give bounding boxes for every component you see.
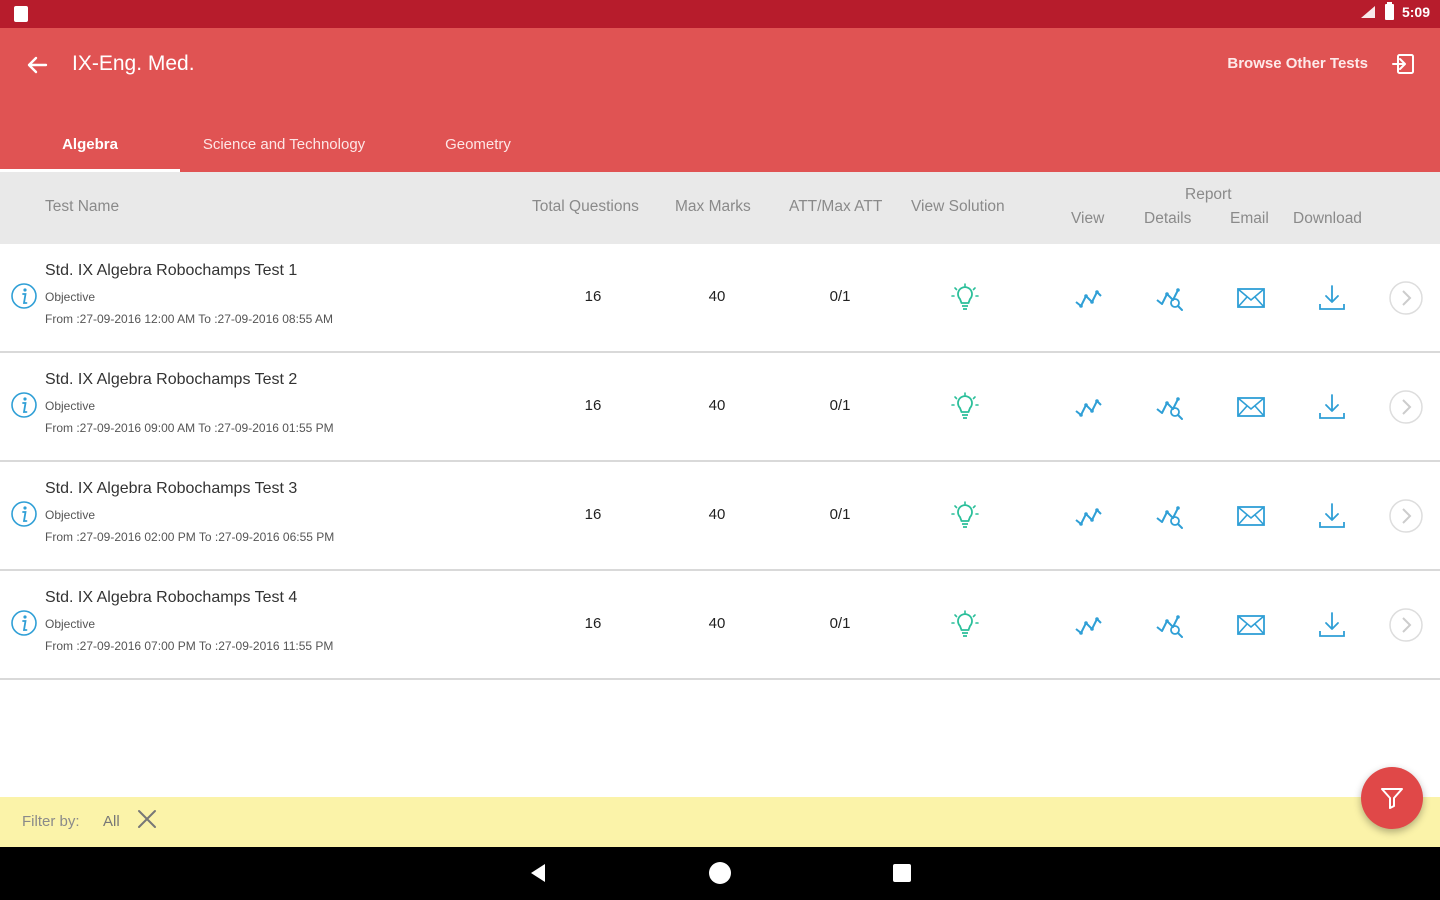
signal-icon: [1360, 6, 1375, 18]
battery-icon: [1384, 2, 1394, 20]
att-value: 0/1: [829, 506, 851, 523]
chevron-right-icon[interactable]: [1388, 607, 1424, 643]
test-dates: From :27-09-2016 09:00 AM To :27-09-2016…: [45, 421, 334, 435]
envelope-icon[interactable]: [1235, 391, 1267, 423]
nav-home-icon[interactable]: [709, 862, 731, 884]
notification-icon: [14, 6, 28, 22]
chevron-right-icon[interactable]: [1388, 280, 1424, 316]
test-type: Objective: [45, 617, 96, 631]
header-report: Report: [1185, 186, 1232, 203]
table-row[interactable]: Std. IX Algebra Robochamps Test 2 Object…: [0, 353, 1440, 462]
lightbulb-icon[interactable]: [949, 609, 981, 641]
test-dates: From :27-09-2016 07:00 PM To :27-09-2016…: [45, 639, 334, 653]
max-marks-value: 40: [708, 397, 726, 414]
test-name: Std. IX Algebra Robochamps Test 1: [45, 262, 298, 279]
chart-line-icon[interactable]: [1073, 500, 1105, 532]
header-email: Email: [1230, 210, 1269, 227]
page-title: IX-Eng. Med.: [72, 52, 195, 75]
chart-line-icon[interactable]: [1073, 391, 1105, 423]
total-questions-value: 16: [584, 288, 602, 305]
header-view: View: [1071, 210, 1105, 227]
chart-details-icon[interactable]: [1154, 609, 1186, 641]
chart-details-icon[interactable]: [1154, 282, 1186, 314]
test-type: Objective: [45, 508, 96, 522]
info-icon[interactable]: [10, 609, 38, 637]
app-screen: 5:09 IX-Eng. Med. Browse Other Tests Alg…: [0, 0, 1440, 900]
header-download: Download: [1293, 210, 1362, 227]
filter-bar: Filter by: All: [0, 797, 1440, 847]
header-test-name: Test Name: [45, 198, 120, 215]
total-questions-value: 16: [584, 397, 602, 414]
lightbulb-icon[interactable]: [949, 391, 981, 423]
chart-details-icon[interactable]: [1154, 500, 1186, 532]
nav-back-icon[interactable]: [526, 861, 550, 885]
chart-details-icon[interactable]: [1154, 391, 1186, 423]
browse-other-tests-link[interactable]: Browse Other Tests: [1227, 55, 1368, 72]
filter-value: All: [103, 813, 120, 830]
tab-geometry[interactable]: Geometry: [388, 116, 568, 172]
download-icon[interactable]: [1316, 391, 1348, 423]
chevron-right-icon[interactable]: [1388, 389, 1424, 425]
test-type: Objective: [45, 399, 96, 413]
tab-algebra[interactable]: Algebra: [0, 116, 180, 172]
info-icon[interactable]: [10, 500, 38, 528]
status-icons: 5:09: [1359, 2, 1430, 20]
table-row[interactable]: Std. IX Algebra Robochamps Test 4 Object…: [0, 571, 1440, 680]
chart-line-icon[interactable]: [1073, 282, 1105, 314]
download-icon[interactable]: [1316, 282, 1348, 314]
filter-fab-button[interactable]: [1361, 767, 1423, 829]
back-arrow-icon[interactable]: [22, 50, 52, 80]
filter-label: Filter by:: [22, 813, 80, 830]
header-max-marks: Max Marks: [675, 198, 751, 215]
test-dates: From :27-09-2016 12:00 AM To :27-09-2016…: [45, 312, 333, 326]
header-total-questions: Total Questions: [532, 198, 639, 215]
test-type: Objective: [45, 290, 96, 304]
table-row[interactable]: Std. IX Algebra Robochamps Test 1 Object…: [0, 244, 1440, 353]
envelope-icon[interactable]: [1235, 500, 1267, 532]
table-header: Test Name Total Questions Max Marks ATT/…: [0, 172, 1440, 244]
header-att-max-att: ATT/Max ATT: [789, 198, 883, 215]
lightbulb-icon[interactable]: [949, 282, 981, 314]
chevron-right-icon[interactable]: [1388, 498, 1424, 534]
max-marks-value: 40: [708, 615, 726, 632]
filter-icon: [1381, 788, 1403, 809]
lightbulb-icon[interactable]: [949, 500, 981, 532]
nav-recents-icon[interactable]: [893, 864, 911, 882]
app-bar: IX-Eng. Med. Browse Other Tests Algebra …: [0, 28, 1440, 172]
chart-line-icon[interactable]: [1073, 609, 1105, 641]
status-time: 5:09: [1401, 4, 1430, 20]
exit-icon[interactable]: [1390, 50, 1418, 78]
test-name: Std. IX Algebra Robochamps Test 2: [45, 371, 298, 388]
tab-bar: Algebra Science and Technology Geometry: [0, 116, 568, 172]
table-row[interactable]: Std. IX Algebra Robochamps Test 3 Object…: [0, 462, 1440, 571]
att-value: 0/1: [829, 615, 851, 632]
envelope-icon[interactable]: [1235, 282, 1267, 314]
att-value: 0/1: [829, 288, 851, 305]
max-marks-value: 40: [708, 506, 726, 523]
download-icon[interactable]: [1316, 500, 1348, 532]
max-marks-value: 40: [708, 288, 726, 305]
total-questions-value: 16: [584, 615, 602, 632]
tab-science-and-technology[interactable]: Science and Technology: [180, 116, 388, 172]
close-icon[interactable]: [135, 807, 159, 831]
header-details: Details: [1144, 210, 1192, 227]
test-dates: From :27-09-2016 02:00 PM To :27-09-2016…: [45, 530, 335, 544]
att-value: 0/1: [829, 397, 851, 414]
info-icon[interactable]: [10, 282, 38, 310]
info-icon[interactable]: [10, 391, 38, 419]
test-name: Std. IX Algebra Robochamps Test 4: [45, 589, 298, 606]
envelope-icon[interactable]: [1235, 609, 1267, 641]
total-questions-value: 16: [584, 506, 602, 523]
header-view-solution: View Solution: [911, 198, 1005, 215]
status-bar: 5:09: [0, 0, 1440, 28]
download-icon[interactable]: [1316, 609, 1348, 641]
test-name: Std. IX Algebra Robochamps Test 3: [45, 480, 298, 497]
system-nav-bar: [0, 847, 1440, 900]
